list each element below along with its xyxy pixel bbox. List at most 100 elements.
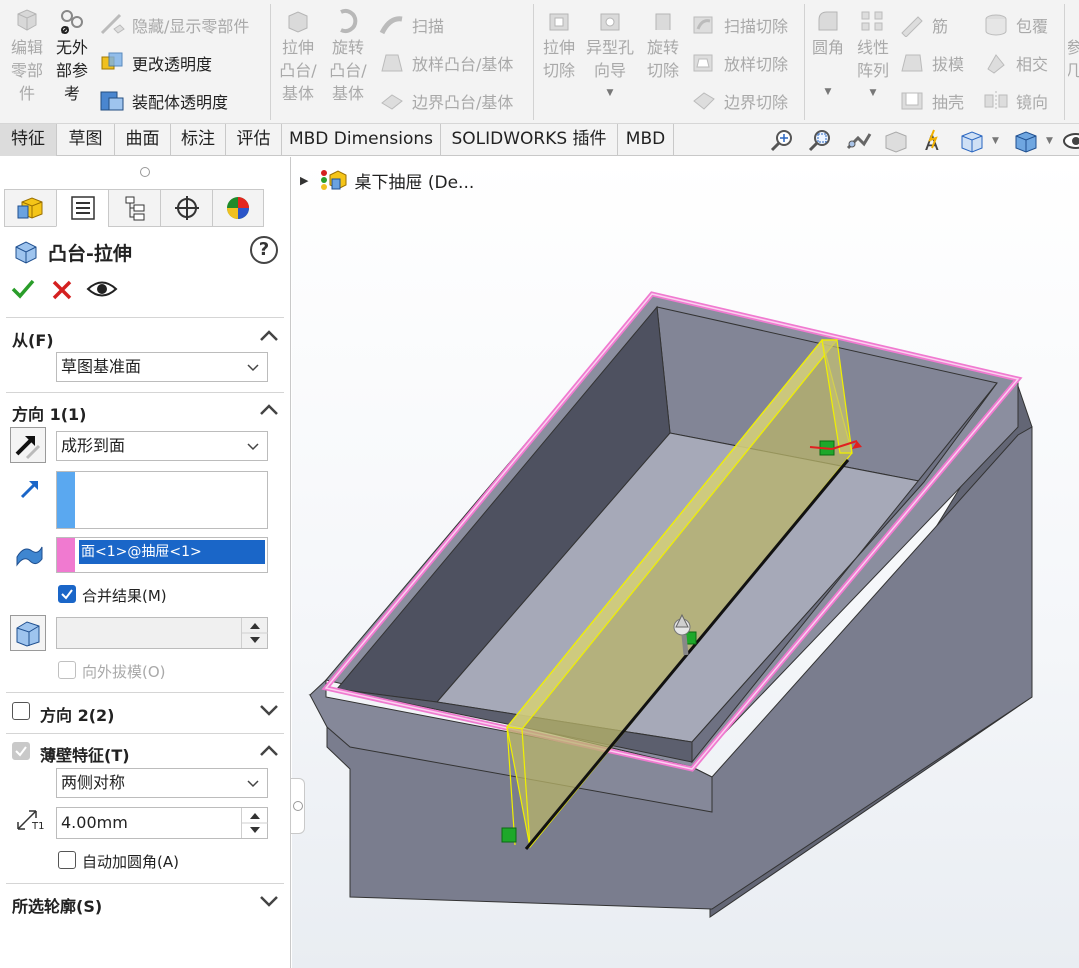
collapse-chevron-up-icon[interactable] [258,401,280,417]
shell-icon [901,92,923,110]
ok-check-icon[interactable] [10,277,36,301]
draft-outward-checkbox[interactable] [58,661,76,679]
preview-eye-icon[interactable] [86,278,118,300]
revolved-boss-button[interactable]: 旋转 凸台/ 基体 [326,8,370,105]
display-manager-tab[interactable] [212,189,264,227]
transparency-icon [101,52,123,70]
tab-sketch[interactable]: 草图 [57,124,115,156]
reference-geometry-button[interactable]: 参 几 [1068,36,1079,82]
merge-result-checkbox[interactable] [58,585,76,603]
display-style-icon[interactable] [1012,128,1040,154]
chevron-down-icon [247,364,259,372]
hide-show-items-icon[interactable] [1062,128,1079,154]
swept-cut-button[interactable]: 扫描切除 [690,10,788,40]
face-selection-box[interactable]: 面<1>@抽屉<1> [56,537,268,573]
extruded-cut-button[interactable]: 拉伸 切除 [538,8,580,82]
tab-solidworks-addins[interactable]: SOLIDWORKS 插件 [441,124,618,156]
dropdown-caret-icon[interactable]: ▼ [992,136,999,146]
panel-collapse-grip[interactable] [291,778,305,834]
thin-feature-section-title[interactable]: 薄壁特征(T) [40,742,130,766]
direction2-section-title[interactable]: 方向 2(2) [40,702,114,726]
auto-fillet-checkbox[interactable] [58,851,76,869]
linear-pattern-button[interactable]: 线性 阵列 ▼ [852,8,894,105]
tab-features[interactable]: 特征 [0,124,57,156]
tab-evaluate[interactable]: 评估 [226,124,282,156]
no-external-references-button[interactable]: 无外 部参 考 [52,8,92,105]
help-button[interactable]: ? [250,236,278,264]
dropdown-caret-icon[interactable]: ▼ [1046,136,1053,146]
expand-chevron-down-icon[interactable] [258,893,280,909]
collapse-chevron-up-icon[interactable] [258,742,280,758]
draft-outward-label: 向外拔模(O) [82,663,166,681]
graphics-area[interactable]: ▶ 桌下抽屉 (De... [292,157,1079,968]
hole-wizard-button[interactable]: 异型孔 向导 ▼ [584,8,636,105]
from-section-title[interactable]: 从(F) [12,327,54,351]
dropdown-caret-icon: ▼ [824,87,832,97]
zoom-to-fit-icon[interactable] [768,128,796,154]
previous-view-icon[interactable] [844,128,872,154]
chevron-down-icon [247,443,259,451]
thickness-input[interactable]: 4.00mm [56,807,268,839]
hide-show-icon [100,13,125,35]
direction-vector-selection-box[interactable] [56,471,268,529]
expand-chevron-down-icon[interactable] [258,702,280,718]
edit-part-button[interactable]: 编辑 零部 件 [6,8,48,105]
zoom-to-area-icon[interactable] [806,128,834,154]
section-view-icon[interactable] [882,128,910,154]
reverse-direction-button[interactable] [10,427,46,463]
from-condition-select[interactable]: 草图基准面 [56,352,268,382]
swept-boss-button[interactable]: 扫描 [378,10,444,40]
draft-toggle-button[interactable] [10,615,46,651]
broken-link-icon [61,10,83,34]
tab-surfaces[interactable]: 曲面 [115,124,171,156]
hide-show-components-button[interactable]: 隐藏/显示零部件 [98,10,249,40]
change-transparency-button[interactable]: 更改透明度 [98,48,212,78]
boundary-cut-button[interactable]: 边界切除 [690,86,788,116]
lofted-boss-button[interactable]: 放样凸台/基体 [378,48,513,78]
collapse-chevron-up-icon[interactable] [258,327,280,343]
feature-manager-tab[interactable] [4,189,56,227]
thin-feature-checkbox[interactable] [12,742,30,760]
spin-stepper[interactable] [241,808,268,838]
revolved-cut-button[interactable]: 旋转 切除 [642,8,684,82]
assembly-transparency-icon [100,91,124,111]
configuration-manager-tab[interactable] [108,189,160,227]
wrap-button[interactable]: 包覆 [982,10,1048,40]
assembly-transparency-button[interactable]: 装配体透明度 [98,86,228,116]
view-orientation-icon[interactable] [958,128,986,154]
auto-fillet-label: 自动加圆角(A) [82,853,179,871]
intersect-button[interactable]: 相交 [982,48,1048,78]
swept-cut-icon [693,16,713,34]
direction1-section-title[interactable]: 方向 1(1) [12,401,86,425]
extruded-boss-button[interactable]: 拉伸 凸台/ 基体 [276,8,320,105]
chevron-down-icon [247,780,259,788]
selected-face-item[interactable]: 面<1>@抽屉<1> [79,540,265,564]
shell-button[interactable]: 抽壳 [898,86,964,116]
lofted-cut-button[interactable]: 放样切除 [690,48,788,78]
property-manager-tab[interactable] [56,189,108,227]
ribbon-separator [804,4,805,120]
intersect-icon [987,54,1005,74]
tab-mbd[interactable]: MBD [618,124,674,156]
dimxpert-manager-tab[interactable] [160,189,212,227]
model-viewport[interactable] [292,157,1079,968]
mirror-button[interactable]: 镜向 [982,86,1048,116]
dynamic-annotation-icon[interactable]: A [920,128,948,154]
thin-type-select[interactable]: 两侧对称 [56,768,268,798]
end-condition-select[interactable]: 成形到面 [56,431,268,461]
spin-stepper[interactable] [241,618,268,648]
tab-markup[interactable]: 标注 [171,124,226,156]
section-divider [6,392,284,393]
cancel-x-icon[interactable] [50,278,74,302]
rib-button[interactable]: 筋 [898,10,948,40]
boundary-boss-button[interactable]: 边界凸台/基体 [378,86,513,116]
dimxpert-icon [174,196,199,220]
fillet-button[interactable]: 圆角 ▼ [808,8,848,104]
draft-button[interactable]: 拔模 [898,48,964,78]
direction2-checkbox[interactable] [12,702,30,720]
draft-angle-input[interactable] [56,617,268,649]
selected-contours-section-title[interactable]: 所选轮廓(S) [12,893,102,917]
sketch-endpoint-handle[interactable] [501,827,517,843]
tab-mbd-dimensions[interactable]: MBD Dimensions [282,124,441,156]
panel-grip-icon[interactable] [140,167,150,177]
